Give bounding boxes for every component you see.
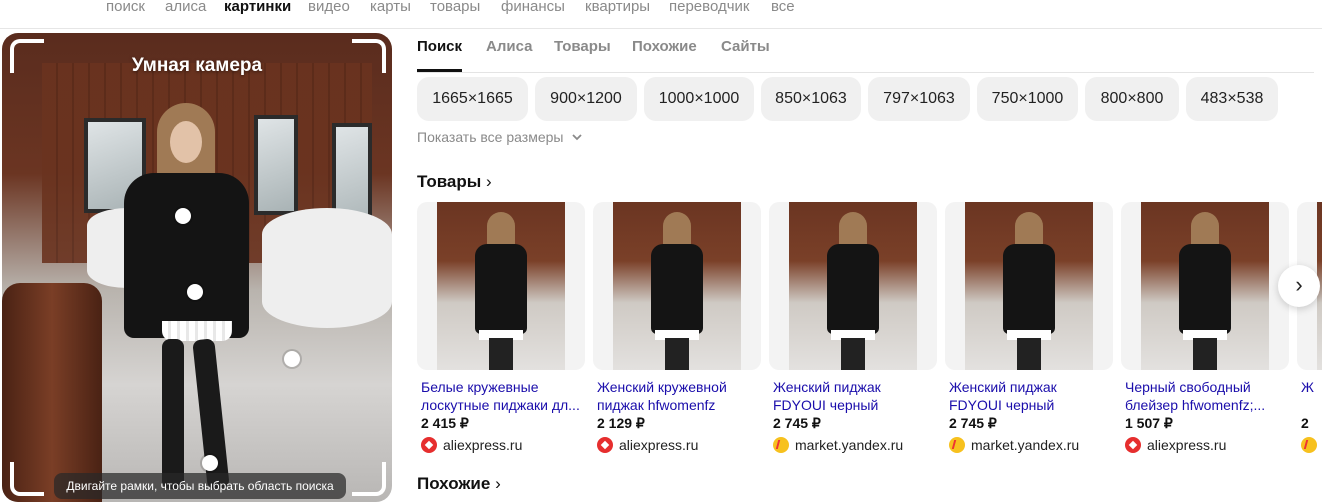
aliexpress-icon <box>421 437 437 453</box>
product-shop[interactable]: aliexpress.ru <box>597 435 698 455</box>
tab-sites[interactable]: Сайты <box>721 38 770 72</box>
tab-search[interactable]: Поиск <box>417 38 463 72</box>
product-price: 2 129 ₽ <box>597 415 645 431</box>
size-chip[interactable]: 1000×1000 <box>644 77 754 121</box>
shop-domain: market.yandex.ru <box>795 437 904 453</box>
results-tabs: Поиск Алиса Товары Похожие Сайты <box>417 38 1314 73</box>
product-card[interactable]: Женский пиджак FDYOUI черный 2 745 ₽ mar… <box>769 202 937 462</box>
product-card[interactable]: Женский кружевной пиджак hfwomenfz 2 129… <box>593 202 761 462</box>
product-card[interactable]: Белые кружевные лоскутные пиджаки дл... … <box>417 202 585 462</box>
nav-alice[interactable]: алиса <box>165 0 206 15</box>
product-image[interactable] <box>593 202 761 370</box>
tab-alice[interactable]: Алиса <box>486 38 532 72</box>
nav-images[interactable]: картинки <box>224 0 291 15</box>
nav-realty[interactable]: квартиры <box>585 0 650 15</box>
crop-hint: Двигайте рамки, чтобы выбрать область по… <box>54 473 346 499</box>
product-title[interactable]: Черный свободный блейзер hfwomenfz;... <box>1125 378 1289 414</box>
nav-all[interactable]: все <box>771 0 795 15</box>
product-card[interactable]: Женский пиджак FDYOUI черный 2 745 ₽ mar… <box>945 202 1113 462</box>
size-chip[interactable]: 850×1063 <box>761 77 861 121</box>
chevron-right-icon: › <box>495 474 501 493</box>
product-title[interactable]: Ж <box>1301 378 1322 414</box>
yandex-market-icon <box>1301 437 1317 453</box>
product-title[interactable]: Женский пиджак FDYOUI черный <box>949 378 1113 414</box>
tab-products[interactable]: Товары <box>554 38 611 72</box>
shop-domain: aliexpress.ru <box>619 437 699 453</box>
product-card[interactable]: Черный свободный блейзер hfwomenfz;... 1… <box>1121 202 1289 462</box>
preview-photo-person <box>102 103 272 498</box>
chevron-down-icon <box>572 134 582 141</box>
product-price: 2 745 ₽ <box>773 415 821 431</box>
size-chip[interactable]: 1665×1665 <box>417 77 528 121</box>
product-image[interactable] <box>1121 202 1289 370</box>
show-all-sizes-label: Показать все размеры <box>417 129 564 145</box>
aliexpress-icon <box>597 437 613 453</box>
product-image[interactable] <box>769 202 937 370</box>
crop-frame-corner-bottom-left[interactable] <box>10 462 44 496</box>
product-price: 1 507 ₽ <box>1125 415 1173 431</box>
tab-similar[interactable]: Похожие <box>632 38 697 72</box>
smart-camera-preview[interactable]: Умная камера Двигайте рамки, чтобы выбра… <box>2 33 392 502</box>
size-chip[interactable]: 750×1000 <box>977 77 1078 121</box>
size-chip[interactable]: 800×800 <box>1085 77 1179 121</box>
product-shop[interactable]: market.yandex.ru <box>773 435 903 455</box>
product-price: 2 745 ₽ <box>949 415 997 431</box>
object-hotspot[interactable] <box>175 208 191 224</box>
nav-finance[interactable]: финансы <box>501 0 565 15</box>
size-chip[interactable]: 797×1063 <box>868 77 970 121</box>
shop-domain: market.yandex.ru <box>971 437 1080 453</box>
similar-section-title: Похожие <box>417 474 491 493</box>
show-all-sizes-link[interactable]: Показать все размеры <box>417 129 583 145</box>
aliexpress-icon <box>1125 437 1141 453</box>
product-price: 2 415 ₽ <box>421 415 469 431</box>
nav-maps[interactable]: карты <box>370 0 411 15</box>
chevron-right-icon: › <box>486 172 492 191</box>
object-hotspot[interactable] <box>284 351 300 367</box>
top-service-nav: поиск алиса картинки видео карты товары … <box>0 0 1322 29</box>
products-section-title: Товары <box>417 172 482 191</box>
product-image[interactable] <box>417 202 585 370</box>
similar-section-heading[interactable]: Похожие › <box>417 474 501 494</box>
nav-video[interactable]: видео <box>308 0 350 15</box>
size-chip[interactable]: 900×1200 <box>535 77 637 121</box>
shop-domain: aliexpress.ru <box>443 437 523 453</box>
product-shop[interactable]: market.yandex.ru <box>949 435 1079 455</box>
product-price: 2 <box>1301 415 1309 431</box>
size-chip[interactable]: 483×538 <box>1186 77 1278 121</box>
product-title[interactable]: Женский пиджак FDYOUI черный <box>773 378 937 414</box>
nav-products[interactable]: товары <box>430 0 480 15</box>
preview-photo-table <box>262 208 392 328</box>
products-section-heading[interactable]: Товары › <box>417 172 492 192</box>
product-title[interactable]: Белые кружевные лоскутные пиджаки дл... <box>421 378 585 414</box>
smart-camera-title: Умная камера <box>131 55 263 76</box>
carousel-next-button[interactable]: › <box>1278 265 1320 307</box>
object-hotspot[interactable] <box>187 284 203 300</box>
product-image[interactable] <box>945 202 1113 370</box>
crop-frame-corner-bottom-right[interactable] <box>352 462 386 496</box>
yandex-market-icon <box>949 437 965 453</box>
product-shop[interactable] <box>1301 435 1322 455</box>
yandex-market-icon <box>773 437 789 453</box>
product-card-partial[interactable]: Ж 2 <box>1297 202 1322 462</box>
product-title[interactable]: Женский кружевной пиджак hfwomenfz <box>597 378 761 414</box>
nav-search[interactable]: поиск <box>106 0 145 15</box>
shop-domain: aliexpress.ru <box>1147 437 1227 453</box>
product-shop[interactable]: aliexpress.ru <box>421 435 522 455</box>
product-shop[interactable]: aliexpress.ru <box>1125 435 1226 455</box>
nav-translator[interactable]: переводчик <box>669 0 749 15</box>
object-hotspot[interactable] <box>202 455 218 471</box>
